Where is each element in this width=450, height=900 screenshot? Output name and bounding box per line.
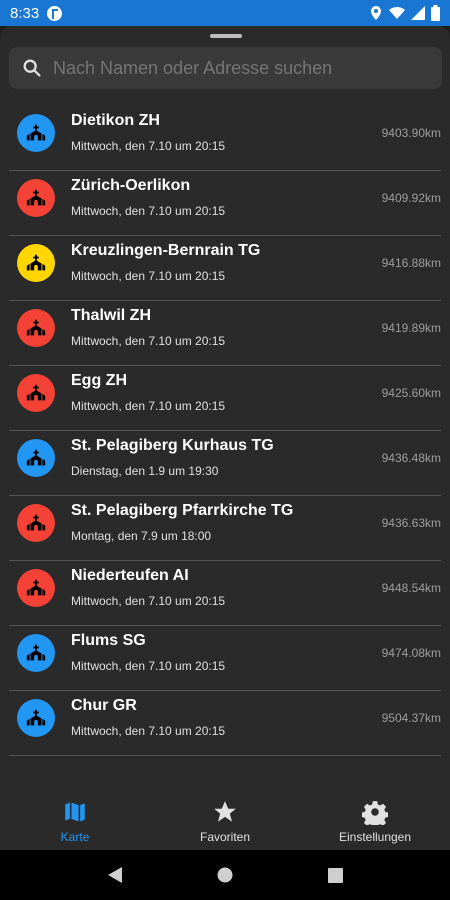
location-distance: 9436.48km: [381, 451, 441, 465]
map-icon: [65, 802, 85, 822]
location-date: Mittwoch, den 7.10 um 20:15: [71, 334, 226, 348]
battery-icon: [431, 5, 440, 21]
location-icon: [371, 6, 381, 20]
location-name: Kreuzlingen-Bernrain TG: [71, 242, 261, 259]
gear-icon: [362, 801, 388, 825]
church-icon: [17, 309, 55, 347]
location-name: Dietikon ZH: [71, 112, 160, 129]
search-input[interactable]: [53, 57, 433, 79]
location-name: St. Pelagiberg Kurhaus TG: [71, 437, 274, 454]
location-distance: 9425.60km: [381, 386, 441, 400]
recents-icon: [327, 867, 343, 883]
nav-item-star[interactable]: Favoriten: [150, 790, 300, 850]
system-navigation-bar: [0, 850, 450, 900]
location-date: Mittwoch, den 7.10 um 20:15: [71, 594, 226, 608]
location-distance: 9504.37km: [381, 711, 441, 725]
church-icon: [17, 634, 55, 672]
location-date: Mittwoch, den 7.10 um 20:15: [71, 724, 226, 738]
status-bar: 8:33: [0, 0, 450, 26]
back-icon: [108, 867, 122, 883]
location-row[interactable]: Flums SG Mittwoch, den 7.10 um 20:15 9474.…: [0, 626, 450, 691]
star-icon: [214, 801, 236, 822]
home-button[interactable]: [210, 860, 240, 890]
bottom-navigation: Karte Favoriten Einstellungen: [0, 790, 450, 850]
location-row[interactable]: Chur GR Mittwoch, den 7.10 um 20:15 9504.3…: [0, 691, 450, 756]
location-date: Mittwoch, den 7.10 um 20:15: [71, 269, 226, 283]
status-time: 8:33: [10, 4, 40, 22]
location-row[interactable]: Niederteufen AI Mittwoch, den 7.10 um 20:…: [0, 561, 450, 626]
location-row[interactable]: Zürich-Oerlikon Mittwoch, den 7.10 um 20:…: [0, 171, 450, 236]
church-icon: [17, 699, 55, 737]
location-distance: 9416.88km: [381, 256, 441, 270]
status-icons: [369, 5, 440, 21]
home-icon: [217, 867, 233, 883]
location-date: Dienstag, den 1.9 um 19:30: [71, 464, 219, 478]
app-notification-icon: [47, 5, 63, 21]
church-icon: [17, 374, 55, 412]
bottom-sheet: Dietikon ZH Mittwoch, den 7.10 um 20:15 94…: [0, 26, 450, 850]
location-date: Mittwoch, den 7.10 um 20:15: [71, 399, 226, 413]
location-name: Niederteufen AI: [71, 567, 189, 584]
location-name: St. Pelagiberg Pfarrkirche TG: [71, 502, 294, 519]
drag-handle[interactable]: [210, 34, 242, 38]
location-row[interactable]: Kreuzlingen-Bernrain TG Mittwoch, den 7.1…: [0, 236, 450, 301]
location-name: Thalwil ZH: [71, 307, 151, 324]
location-name: Flums SG: [71, 632, 146, 649]
nav-label: Einstellungen: [338, 830, 412, 844]
wifi-icon: [389, 6, 405, 20]
location-name: Zürich-Oerlikon: [71, 177, 191, 194]
recents-button[interactable]: [320, 860, 350, 890]
location-name: Egg ZH: [71, 372, 127, 389]
location-list: Dietikon ZH Mittwoch, den 7.10 um 20:15 94…: [0, 106, 450, 756]
nav-item-map[interactable]: Karte: [0, 790, 150, 850]
location-name: Chur GR: [71, 697, 137, 714]
location-row[interactable]: St. Pelagiberg Pfarrkirche TG Montag, den…: [0, 496, 450, 561]
church-icon: [17, 439, 55, 477]
location-date: Mittwoch, den 7.10 um 20:15: [71, 139, 226, 153]
location-distance: 9436.63km: [381, 516, 441, 530]
location-row[interactable]: Dietikon ZH Mittwoch, den 7.10 um 20:15 94…: [0, 106, 450, 171]
location-date: Montag, den 7.9 um 18:00: [71, 529, 212, 543]
location-date: Mittwoch, den 7.10 um 20:15: [71, 659, 226, 673]
location-row[interactable]: Egg ZH Mittwoch, den 7.10 um 20:15 9425.60…: [0, 366, 450, 431]
church-icon: [17, 504, 55, 542]
church-icon: [17, 179, 55, 217]
church-icon: [17, 569, 55, 607]
location-distance: 9403.90km: [381, 126, 441, 140]
back-button[interactable]: [100, 860, 130, 890]
signal-icon: [411, 6, 425, 20]
location-date: Mittwoch, den 7.10 um 20:15: [71, 204, 226, 218]
location-row[interactable]: St. Pelagiberg Kurhaus TG Dienstag, den 1…: [0, 431, 450, 496]
church-icon: [17, 114, 55, 152]
nav-label: Favoriten: [199, 830, 251, 844]
location-distance: 9419.89km: [381, 321, 441, 335]
search-bar[interactable]: [9, 47, 442, 89]
location-row[interactable]: Thalwil ZH Mittwoch, den 7.10 um 20:15 941…: [0, 301, 450, 366]
nav-label: Karte: [60, 830, 90, 844]
church-icon: [17, 244, 55, 282]
location-distance: 9474.08km: [381, 646, 441, 660]
location-distance: 9448.54km: [381, 581, 441, 595]
search-icon: [23, 59, 41, 77]
nav-item-gear[interactable]: Einstellungen: [300, 790, 450, 850]
location-distance: 9409.92km: [381, 191, 441, 205]
